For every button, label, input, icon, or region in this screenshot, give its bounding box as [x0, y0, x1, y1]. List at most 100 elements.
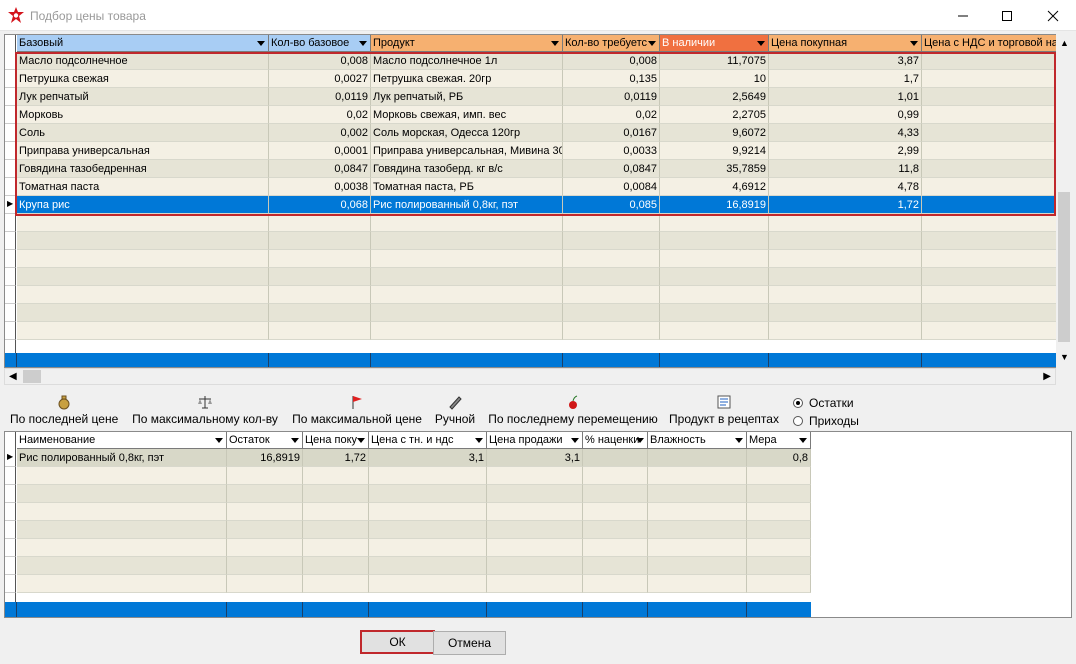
row-indicator[interactable] [5, 539, 16, 557]
column-header[interactable]: Цена покупная [769, 35, 922, 52]
sort-dropdown-icon[interactable] [910, 41, 918, 46]
column-header[interactable]: Остаток [227, 432, 303, 449]
table-cell [371, 304, 563, 322]
table-cell [660, 232, 769, 250]
column-header[interactable]: Цена с НДС и торговой на [922, 35, 1062, 52]
ok-button[interactable]: ОК [360, 630, 435, 654]
maximize-button[interactable] [984, 0, 1030, 31]
row-indicator[interactable] [5, 286, 16, 304]
stock-details-grid[interactable]: Наименование Остаток Цена поку Цена с тн. и… [4, 431, 1072, 618]
column-header[interactable]: Кол-во базовое [269, 35, 371, 52]
table-cell [227, 467, 303, 485]
column-header[interactable]: Кол-во требуетс [563, 35, 660, 52]
row-indicator[interactable] [5, 214, 16, 232]
column-header[interactable]: Продукт [371, 35, 563, 52]
radio-leftovers[interactable]: Остатки [793, 396, 854, 410]
by-last-move-button[interactable]: По последнему перемещению [487, 394, 659, 426]
table-cell [648, 503, 747, 521]
column-header[interactable]: Цена продажи [487, 432, 583, 449]
table-cell [17, 232, 269, 250]
table-cell [369, 485, 487, 503]
product-in-recipes-button[interactable]: Продукт в рецептах [669, 394, 779, 426]
table-cell [922, 322, 1062, 340]
scroll-left-arrow-icon[interactable]: ◀ [9, 371, 17, 382]
column-header[interactable]: Цена с тн. и ндс [369, 432, 487, 449]
manual-button[interactable]: Ручной [433, 394, 477, 426]
table-cell [227, 539, 303, 557]
minimize-button[interactable] [940, 0, 986, 31]
by-max-price-label: По максимальной цене [292, 412, 422, 426]
close-button[interactable] [1030, 0, 1076, 31]
table-cell [648, 449, 747, 467]
table-row[interactable]: ▶ Рис полированный 0,8кг, пэт 16,8919 1,72 3… [5, 449, 811, 467]
vscroll-thumb[interactable] [1058, 192, 1070, 342]
sort-dropdown-icon[interactable] [799, 438, 807, 443]
column-header[interactable]: Базовый [17, 35, 269, 52]
sort-dropdown-icon[interactable] [551, 41, 559, 46]
scroll-right-arrow-icon[interactable]: ▶ [1043, 371, 1051, 382]
table-cell [303, 467, 369, 485]
row-indicator[interactable] [5, 521, 16, 539]
radio-receipts[interactable]: Приходы [793, 414, 859, 428]
scroll-thumb[interactable] [23, 370, 41, 383]
minimize-icon [958, 15, 968, 17]
table-cell [563, 268, 660, 286]
sort-dropdown-icon[interactable] [257, 41, 265, 46]
row-indicator[interactable] [5, 485, 16, 503]
table-cell [747, 557, 811, 575]
table-cell [583, 485, 648, 503]
scroll-down-arrow-icon[interactable]: ▼ [1060, 352, 1069, 362]
table-cell [371, 250, 563, 268]
by-last-price-button[interactable]: По последней цене [10, 394, 118, 426]
sort-dropdown-icon[interactable] [757, 41, 765, 46]
column-header[interactable]: Влажность [648, 432, 747, 449]
table-cell [747, 485, 811, 503]
column-header[interactable]: Наименование [17, 432, 227, 449]
table-cell [922, 250, 1062, 268]
sort-dropdown-icon[interactable] [215, 438, 223, 443]
sort-dropdown-icon[interactable] [291, 438, 299, 443]
sort-dropdown-icon[interactable] [648, 41, 656, 46]
column-header[interactable]: Цена поку [303, 432, 369, 449]
table-cell [563, 214, 660, 232]
table-cell [747, 503, 811, 521]
product-match-grid[interactable]: Базовый Кол-во базовое Продукт Кол-во требу… [4, 34, 1072, 368]
column-header[interactable]: % наценки [583, 432, 648, 449]
horizontal-scrollbar[interactable]: ◀ ▶ [4, 368, 1056, 385]
sort-dropdown-icon[interactable] [359, 41, 367, 46]
table-cell [583, 467, 648, 485]
row-indicator[interactable] [5, 232, 16, 250]
table-cell [269, 232, 371, 250]
table-cell: 1,72 [303, 449, 369, 467]
sort-dropdown-icon[interactable] [475, 438, 483, 443]
sort-dropdown-icon[interactable] [571, 438, 579, 443]
table-cell [303, 539, 369, 557]
scroll-up-arrow-icon[interactable]: ▲ [1060, 38, 1069, 48]
row-indicator[interactable] [5, 268, 16, 286]
column-header[interactable]: В наличии [660, 35, 769, 52]
table-cell [369, 557, 487, 575]
sort-dropdown-icon[interactable] [735, 438, 743, 443]
footer-separator [302, 602, 303, 617]
cancel-button[interactable]: Отмена [433, 631, 506, 655]
row-indicator[interactable] [5, 304, 16, 322]
sort-dropdown-icon[interactable] [636, 438, 644, 443]
row-indicator[interactable] [5, 575, 16, 593]
row-indicator[interactable] [5, 250, 16, 268]
row-indicator[interactable] [5, 503, 16, 521]
empty-row [5, 485, 811, 503]
current-row-arrow-icon: ▶ [7, 452, 14, 461]
column-header[interactable]: Мера [747, 432, 811, 449]
row-indicator[interactable] [5, 557, 16, 575]
by-max-price-button[interactable]: По максимальной цене [291, 394, 423, 426]
row-indicator[interactable] [5, 322, 16, 340]
table-cell [371, 232, 563, 250]
pen-icon [449, 396, 462, 410]
table-cell [17, 304, 269, 322]
empty-row [5, 539, 811, 557]
table-cell [487, 521, 583, 539]
vertical-scrollbar[interactable]: ▲ ▼ [1056, 34, 1072, 368]
row-indicator[interactable] [5, 467, 16, 485]
sort-dropdown-icon[interactable] [357, 438, 365, 443]
by-max-qty-button[interactable]: По максимальному кол-ву [129, 394, 281, 426]
